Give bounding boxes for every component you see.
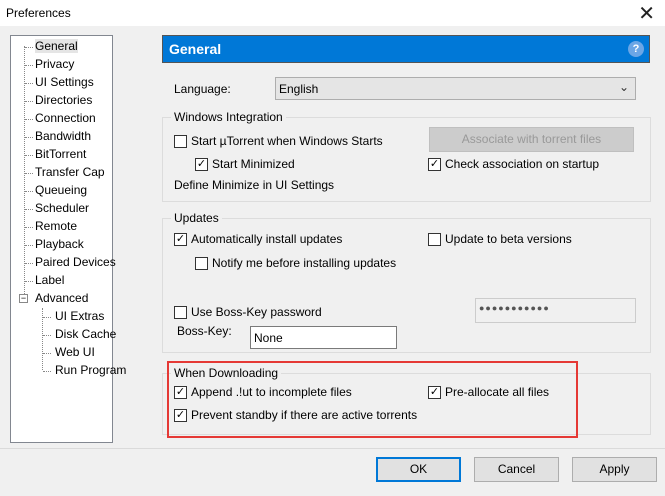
tree-item[interactable]: Bandwidth [35,129,91,143]
tree-line [25,83,33,84]
tree-line [43,353,51,354]
group-title: Updates [171,211,222,225]
checkbox-box [174,134,187,148]
checkmark-icon: ✓ [195,157,208,171]
tree-line [25,191,33,192]
tree-item[interactable]: UI Extras [55,309,104,323]
tree-item[interactable]: Scheduler [35,201,89,215]
tree-item[interactable]: Queueing [35,183,87,197]
checkbox-box [174,305,187,319]
language-label: Language: [174,82,231,96]
tree-line [25,155,33,156]
collapse-icon[interactable]: − [19,294,28,303]
divider [0,448,665,449]
tree-item[interactable]: Advanced [35,291,88,305]
start-with-windows-checkbox[interactable]: Start µTorrent when Windows Starts [174,134,383,148]
tree-item[interactable]: Label [35,273,64,287]
checkmark-icon: ✓ [428,157,441,171]
tree-item[interactable]: Directories [35,93,92,107]
checkbox-label: Use Boss-Key password [191,305,322,319]
checkbox-label: Notify me before installing updates [212,256,397,270]
tree-line [25,227,33,228]
tree-line [25,209,33,210]
checkbox-label: Update to beta versions [445,232,572,246]
tree-item[interactable]: Transfer Cap [35,165,105,179]
tree-line [25,137,33,138]
notify-checkbox[interactable]: Notify me before installing updates [195,256,396,270]
tree-line [43,317,51,318]
tree-item[interactable]: Disk Cache [55,327,116,341]
tree-line [25,65,33,66]
tree-item[interactable]: Paired Devices [35,255,116,269]
checkbox-label: Automatically install updates [191,232,343,246]
checkmark-icon: ✓ [174,232,187,246]
checkbox-label: Start µTorrent when Windows Starts [191,134,383,148]
cancel-button[interactable]: Cancel [474,457,559,482]
tree-line [25,245,33,246]
define-minimize-text: Define Minimize in UI Settings [174,178,335,192]
tree-line [25,263,33,264]
tree-item[interactable]: Privacy [35,57,74,71]
check-association-checkbox[interactable]: ✓ Check association on startup [428,157,599,171]
tree-item[interactable]: Connection [35,111,96,125]
tree-line [25,173,33,174]
boss-password-input[interactable]: ●●●●●●●●●●● [475,298,636,323]
beta-checkbox[interactable]: Update to beta versions [428,232,572,246]
tree-item[interactable]: Web UI [55,345,95,359]
tree-item[interactable]: Run Program [55,363,126,377]
tree-line [43,335,51,336]
tree-line [25,119,33,120]
group-title: Windows Integration [171,110,286,124]
tree-item[interactable]: BitTorrent [35,147,86,161]
boss-password-checkbox[interactable]: Use Boss-Key password [174,305,322,319]
tree-line [25,101,33,102]
tree-item[interactable]: General [35,39,78,53]
chevron-down-icon: ⌄ [618,80,629,94]
checkbox-box [195,256,208,270]
associate-button[interactable]: Associate with torrent files [429,127,634,152]
tree-line [43,371,51,372]
start-minimized-checkbox[interactable]: ✓ Start Minimized [195,157,295,171]
close-icon[interactable]: ✕ [638,1,655,26]
tree-item[interactable]: Playback [35,237,84,251]
language-select[interactable]: English ⌄ [275,77,636,100]
boss-key-label: Boss-Key: [177,324,232,338]
tree-line [25,281,33,282]
highlight-box [167,361,578,438]
title-bar [0,0,665,26]
apply-button[interactable]: Apply [572,457,657,482]
tree-line [25,47,33,48]
help-icon[interactable]: ? [628,41,644,57]
boss-key-input[interactable]: None [250,326,397,349]
checkbox-label: Check association on startup [445,157,600,171]
tree-item[interactable]: UI Settings [35,75,94,89]
section-header: General ? [162,35,650,63]
language-value: English [279,82,319,96]
ok-button[interactable]: OK [376,457,461,482]
section-title: General [169,41,222,57]
auto-install-checkbox[interactable]: ✓ Automatically install updates [174,232,342,246]
window-title: Preferences [6,6,71,20]
checkbox-box [428,232,441,246]
tree-item[interactable]: Remote [35,219,77,233]
checkbox-label: Start Minimized [212,157,295,171]
category-tree[interactable]: General Privacy UI Settings Directories Conn… [10,35,126,443]
